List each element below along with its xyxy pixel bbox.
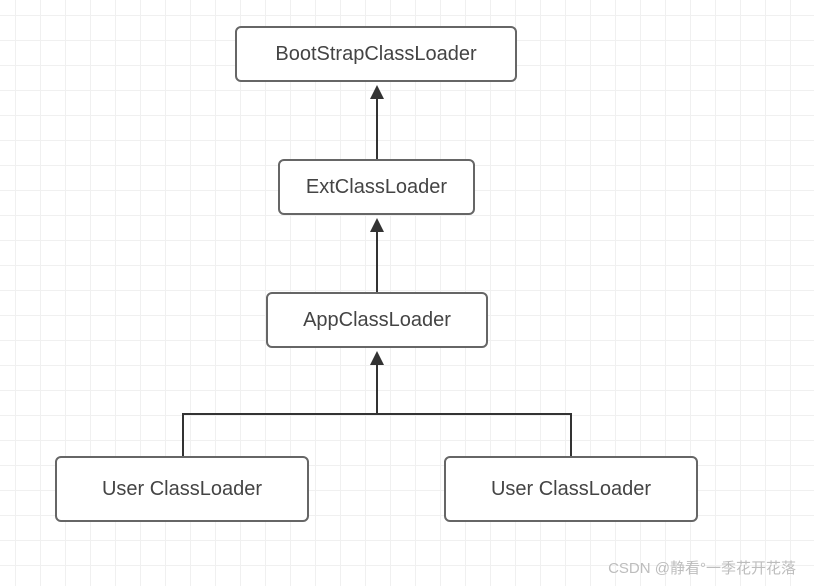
node-bootstrap: BootStrapClassLoader	[235, 26, 517, 82]
arrow-ext-to-bootstrap-line	[376, 99, 378, 159]
arrow-ext-to-bootstrap-head	[370, 85, 384, 99]
arrow-users-to-app-crossbar	[182, 413, 572, 415]
watermark: CSDN @静看°一季花开花落	[608, 557, 796, 578]
node-ext-label: ExtClassLoader	[306, 176, 447, 199]
arrow-users-to-app-stem	[376, 365, 378, 415]
arrow-users-to-app-left-drop	[182, 413, 184, 456]
node-app: AppClassLoader	[266, 292, 488, 348]
node-user-right: User ClassLoader	[444, 456, 698, 522]
node-user-right-label: User ClassLoader	[491, 478, 651, 501]
node-user-left: User ClassLoader	[55, 456, 309, 522]
node-ext: ExtClassLoader	[278, 159, 475, 215]
node-app-label: AppClassLoader	[303, 309, 451, 332]
arrow-users-to-app-right-drop	[570, 413, 572, 456]
arrow-users-to-app-head	[370, 351, 384, 365]
arrow-app-to-ext-head	[370, 218, 384, 232]
node-user-left-label: User ClassLoader	[102, 478, 262, 501]
node-bootstrap-label: BootStrapClassLoader	[275, 43, 476, 66]
arrow-app-to-ext-line	[376, 232, 378, 292]
